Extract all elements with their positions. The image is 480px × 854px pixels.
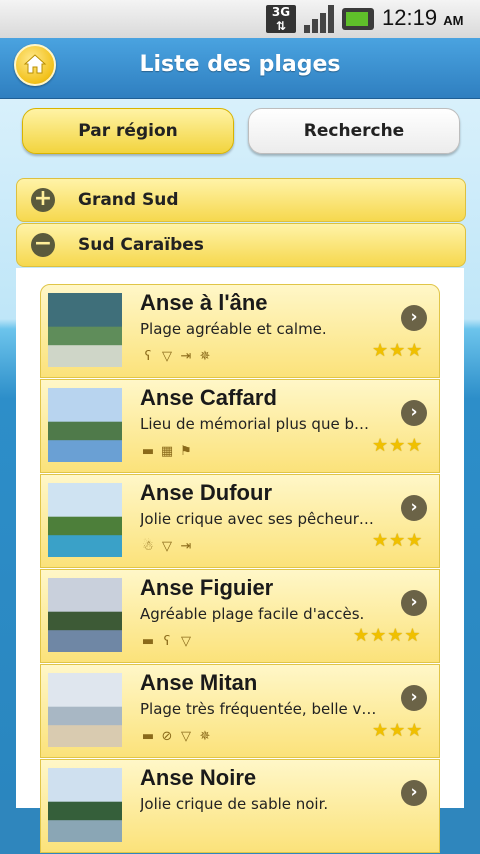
tab-par-region[interactable]: Par région	[22, 108, 234, 154]
beach-description: Agréable plage facile d'accès.	[140, 605, 365, 623]
amenity-icons: ▬ ⊘ ▽ ✵	[140, 725, 216, 744]
signal-icon	[304, 5, 336, 33]
signpost-icon: ⇥	[180, 349, 192, 364]
helm-icon: ✵	[199, 729, 211, 744]
beach-description: Plage agréable et calme.	[140, 320, 327, 338]
network-3g-icon: 3G ⇅	[266, 5, 296, 33]
ice-cream-icon: ▽	[162, 539, 172, 554]
beach-item[interactable]: Anse Mitan Plage très fréquentée, belle v…	[40, 664, 440, 758]
group-grand-sud[interactable]: + Grand Sud	[16, 178, 466, 222]
group-label: Sud Caraïbes	[78, 235, 204, 255]
signpost-icon: ⇥	[180, 539, 192, 554]
star-rating: ★★★	[372, 435, 424, 456]
beach-thumbnail	[48, 483, 122, 557]
car-icon: ▬	[141, 729, 155, 744]
beach-name: Anse Caffard	[140, 385, 277, 410]
group-label: Grand Sud	[78, 190, 179, 210]
star-rating: ★★★	[372, 530, 424, 551]
chevron-right-icon[interactable]: ›	[401, 780, 427, 806]
amenity-icons: ʕ ▽ ⇥ ✵	[140, 345, 216, 364]
chevron-right-icon[interactable]: ›	[401, 590, 427, 616]
clock: 12:19 AM	[382, 5, 464, 30]
teddy-bear-icon: ʕ	[163, 634, 171, 649]
teddy-bear-icon: ʕ	[144, 349, 152, 364]
beach-thumbnail	[48, 768, 122, 842]
beach-description: Jolie crique avec ses pêcheur…	[140, 510, 374, 528]
group-sud-caraibes[interactable]: − Sud Caraïbes	[16, 223, 466, 267]
beach-item[interactable]: Anse Noire Jolie crique de sable noir. ›	[40, 759, 440, 853]
beach-name: Anse Noire	[140, 765, 257, 790]
battery-icon	[342, 8, 374, 30]
beach-item[interactable]: Anse Figuier Agréable plage facile d'accè…	[40, 569, 440, 663]
star-rating: ★★★★	[353, 625, 422, 646]
amenity-icons: ☃ ▽ ⇥	[140, 535, 197, 554]
windsock-icon: ⚑	[180, 444, 192, 459]
life-jacket-icon: ▦	[160, 444, 174, 459]
collapse-minus-icon: −	[31, 233, 55, 257]
helm-icon: ✵	[199, 349, 211, 364]
beach-name: Anse Mitan	[140, 670, 258, 695]
chevron-right-icon[interactable]: ›	[401, 685, 427, 711]
chevron-right-icon[interactable]: ›	[401, 400, 427, 426]
beach-item[interactable]: Anse Caffard Lieu de mémorial plus que b……	[40, 379, 440, 473]
snorkel-icon: ☃	[142, 539, 154, 554]
page-title: Liste des plages	[139, 52, 341, 77]
beach-thumbnail	[48, 388, 122, 462]
tab-bar: Par région Recherche	[22, 108, 462, 156]
beach-description: Jolie crique de sable noir.	[140, 795, 329, 813]
chevron-right-icon[interactable]: ›	[401, 495, 427, 521]
app-header: Liste des plages	[0, 38, 480, 99]
beach-list: Anse à l'âne Plage agréable et calme. ʕ ▽ ⇥ ✵…	[40, 284, 440, 854]
beach-name: Anse Dufour	[140, 480, 272, 505]
beach-name: Anse Figuier	[140, 575, 274, 600]
star-rating: ★★★	[372, 720, 424, 741]
car-icon: ▬	[141, 444, 155, 459]
star-rating: ★★★	[372, 340, 424, 361]
beach-thumbnail	[48, 293, 122, 367]
amenity-icons: ▬ ▦ ⚑	[140, 440, 197, 459]
beach-item[interactable]: Anse Dufour Jolie crique avec ses pêcheur…	[40, 474, 440, 568]
ice-cream-icon: ▽	[162, 349, 172, 364]
amenity-icons: ▬ ʕ ▽	[140, 630, 197, 649]
beach-thumbnail	[48, 673, 122, 747]
status-bar: 3G ⇅ 12:19 AM	[0, 0, 480, 39]
restriction-icon: ⊘	[161, 729, 173, 744]
beach-description: Lieu de mémorial plus que b…	[140, 415, 369, 433]
beach-item[interactable]: Anse à l'âne Plage agréable et calme. ʕ ▽ ⇥ ✵…	[40, 284, 440, 378]
car-icon: ▬	[141, 634, 155, 649]
tab-recherche[interactable]: Recherche	[248, 108, 460, 154]
ice-cream-icon: ▽	[181, 729, 191, 744]
beach-thumbnail	[48, 578, 122, 652]
chevron-right-icon[interactable]: ›	[401, 305, 427, 331]
ice-cream-icon: ▽	[181, 634, 191, 649]
beach-description: Plage très fréquentée, belle v…	[140, 700, 377, 718]
expand-plus-icon: +	[31, 188, 55, 212]
beach-name: Anse à l'âne	[140, 290, 268, 315]
